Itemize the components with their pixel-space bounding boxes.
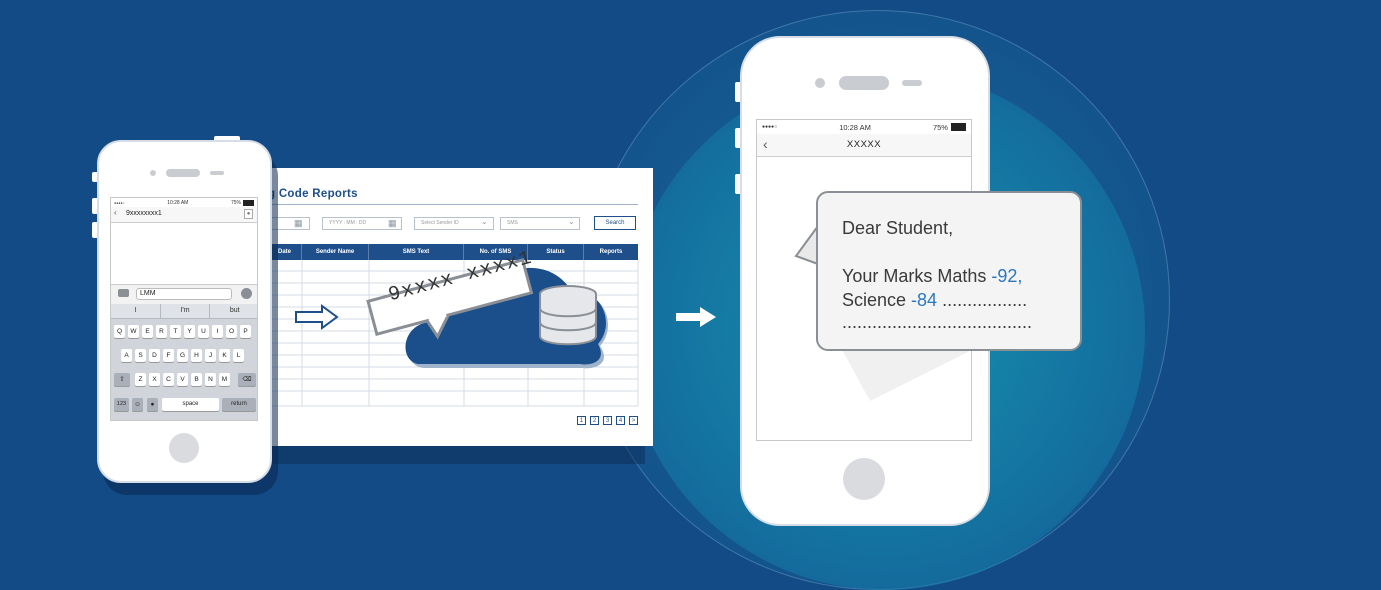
message-input[interactable]: LMM: [136, 288, 232, 300]
shift-key[interactable]: ⇧: [114, 373, 130, 386]
keyboard: I I'm but Q W E R T Y U I O P A S D F G …: [111, 304, 257, 420]
home-button[interactable]: [169, 433, 199, 463]
sender-phone-screen: ●●●●○ 10:28 AM 75% ‹ 9xxxxxxxx1 ● LMM I …: [110, 197, 258, 421]
bubble-shadow: [840, 346, 980, 401]
report-title: g Code Reports: [268, 188, 358, 200]
maths-label: Your Marks Maths: [842, 266, 992, 286]
column-header[interactable]: Date: [268, 244, 302, 260]
key[interactable]: V: [177, 373, 188, 386]
key[interactable]: S: [135, 349, 146, 362]
dictation-key[interactable]: ●: [147, 398, 158, 411]
return-key[interactable]: return: [222, 398, 256, 411]
microphone-icon[interactable]: [241, 288, 252, 299]
arrow-right-icon: [676, 307, 716, 327]
battery-text: 75%: [932, 122, 948, 132]
key[interactable]: R: [156, 325, 167, 338]
phone-sensor: [210, 171, 224, 175]
phone-speaker: [166, 169, 200, 177]
key[interactable]: D: [149, 349, 160, 362]
key[interactable]: E: [142, 325, 153, 338]
signal-icon: ●●●●○: [114, 200, 125, 205]
contact-icon[interactable]: ●: [244, 209, 253, 219]
page-button[interactable]: 4: [616, 416, 625, 425]
phone-camera: [815, 78, 825, 88]
home-button[interactable]: [843, 458, 885, 500]
status-time: 10:28 AM: [839, 122, 871, 132]
calendar-icon[interactable]: ▦: [294, 218, 303, 229]
phone-sensor: [902, 80, 922, 86]
backspace-key[interactable]: ⌫: [238, 373, 256, 386]
column-header[interactable]: Sender Name: [302, 244, 369, 260]
key[interactable]: I: [212, 325, 223, 338]
numbers-key[interactable]: 123: [114, 398, 129, 411]
key[interactable]: G: [177, 349, 188, 362]
battery-text: 75%: [230, 199, 241, 206]
suggestion-bar: I I'm but: [111, 304, 257, 319]
key[interactable]: O: [226, 325, 237, 338]
chevron-down-icon: ⌄: [481, 217, 488, 226]
key[interactable]: N: [205, 373, 216, 386]
key[interactable]: J: [205, 349, 216, 362]
signal-icon: ●●●●○: [762, 124, 778, 130]
message-greeting: Dear Student,: [842, 218, 954, 238]
key[interactable]: W: [128, 325, 139, 338]
message-line-maths: Your Marks Maths -92,: [842, 266, 1022, 287]
battery-icon: [242, 199, 254, 206]
message-ellipsis: ......................................: [842, 312, 1033, 332]
key[interactable]: C: [163, 373, 174, 386]
maths-score: -92,: [991, 266, 1023, 286]
space-key[interactable]: space: [162, 398, 219, 411]
suggestion[interactable]: I: [111, 304, 161, 318]
key[interactable]: Z: [135, 373, 146, 386]
contact-number: 9xxxxxxxx1: [126, 210, 162, 217]
key[interactable]: K: [219, 349, 230, 362]
message-ellipsis: .................: [937, 290, 1028, 310]
science-label: Science: [842, 290, 912, 310]
chevron-down-icon: ⌄: [568, 217, 575, 226]
next-page-button[interactable]: >: [629, 416, 638, 425]
key[interactable]: P: [240, 325, 251, 338]
key[interactable]: X: [149, 373, 160, 386]
camera-icon[interactable]: [118, 289, 129, 297]
key[interactable]: L: [233, 349, 244, 362]
from-date-field[interactable]: [266, 217, 310, 230]
science-score: -84: [911, 290, 938, 310]
sms-message-bubble: Dear Student, Your Marks Maths -92, Scie…: [816, 191, 1082, 351]
arrow-right-icon: [295, 304, 339, 330]
title-divider: [268, 204, 638, 205]
key[interactable]: H: [191, 349, 202, 362]
key[interactable]: B: [191, 373, 202, 386]
message-line-science: Science -84 .................: [842, 290, 1027, 311]
compose-bar: LMM: [111, 284, 257, 304]
key[interactable]: Q: [114, 325, 125, 338]
battery-icon: [950, 123, 966, 131]
emoji-key[interactable]: ☺: [132, 398, 143, 411]
status-time: 10:28 AM: [167, 199, 189, 206]
key[interactable]: F: [163, 349, 174, 362]
phone-speaker: [839, 76, 889, 90]
page-button[interactable]: 2: [590, 416, 599, 425]
suggestion[interactable]: I'm: [161, 304, 211, 318]
contact-name: XXXXX: [846, 139, 882, 150]
calendar-icon[interactable]: ▦: [388, 218, 397, 229]
key[interactable]: Y: [184, 325, 195, 338]
search-button[interactable]: Search: [594, 216, 636, 230]
page-button[interactable]: 1: [577, 416, 586, 425]
report-window: g Code Reports ▦ YYYY : MM : DD ▦ Select…: [266, 168, 653, 446]
back-chevron-icon[interactable]: ‹: [114, 208, 117, 217]
key[interactable]: U: [198, 325, 209, 338]
key[interactable]: T: [170, 325, 181, 338]
key[interactable]: A: [121, 349, 132, 362]
suggestion[interactable]: but: [210, 304, 257, 318]
phone-camera: [150, 170, 156, 176]
page-button[interactable]: 3: [603, 416, 612, 425]
key[interactable]: M: [219, 373, 230, 386]
